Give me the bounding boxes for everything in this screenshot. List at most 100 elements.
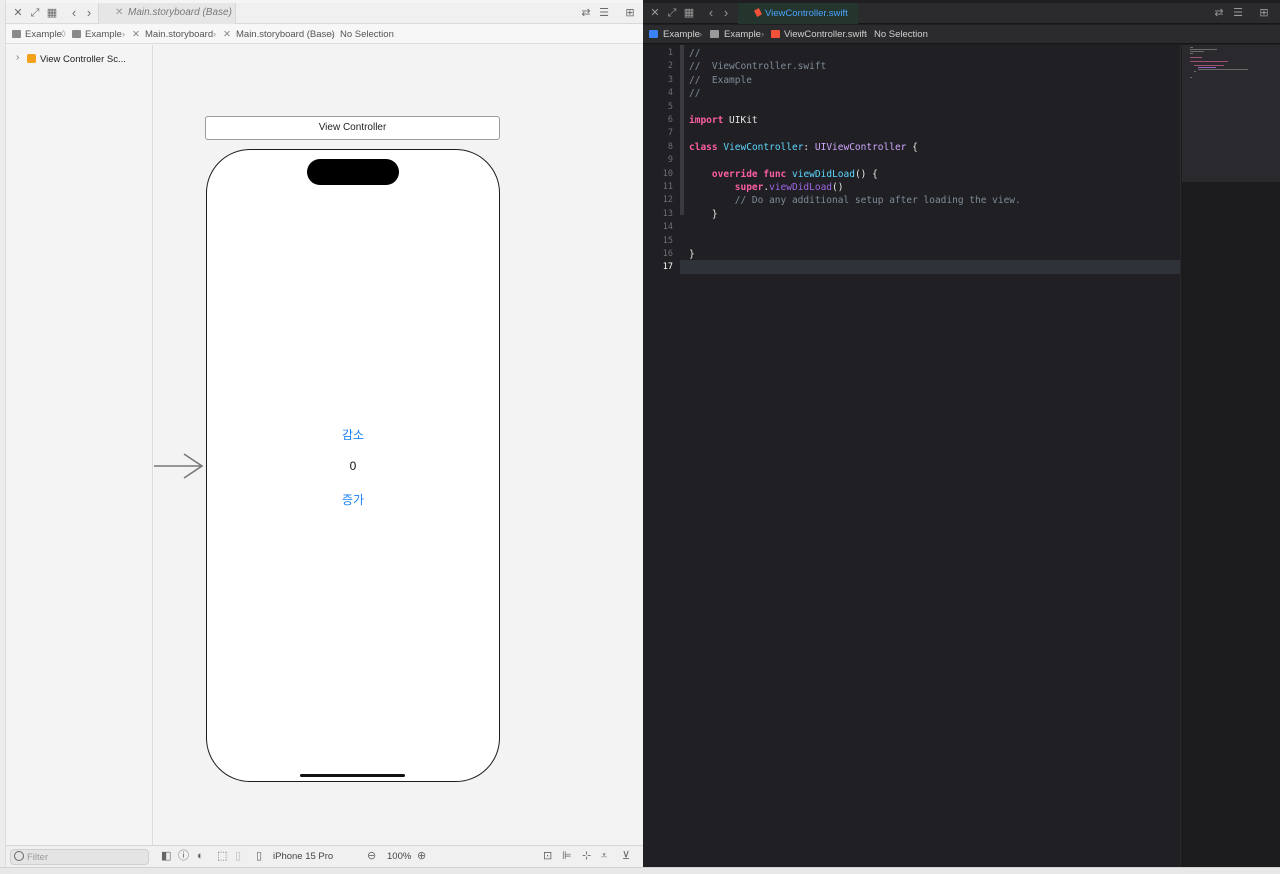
tab-label: Main.storyboard (Base) bbox=[128, 7, 232, 18]
storyboard-file-icon: ✕ bbox=[115, 7, 124, 18]
add-constraints-icon[interactable]: ⊹ bbox=[582, 850, 591, 863]
zoom-level[interactable]: 100% bbox=[387, 851, 411, 862]
source-editor[interactable]: 1 2 3 4 5 6 7 8 9 10 11 12 13 14 15 16 1… bbox=[643, 45, 1180, 867]
line-number: 13 bbox=[662, 208, 673, 219]
project-icon bbox=[12, 30, 21, 38]
dynamic-island bbox=[307, 159, 399, 185]
line-number: 2 bbox=[667, 61, 673, 72]
change-bar bbox=[680, 45, 684, 215]
minimap[interactable] bbox=[1180, 45, 1280, 867]
minimap-line bbox=[1190, 47, 1193, 48]
minimap-line bbox=[1190, 51, 1204, 52]
disclosure-chevron-icon[interactable]: › bbox=[16, 52, 19, 63]
folder-icon bbox=[710, 30, 719, 38]
filter-icon bbox=[14, 851, 24, 861]
breadcrumb-item[interactable]: Example bbox=[85, 29, 122, 40]
add-editor-icon[interactable]: ⊞ bbox=[1257, 6, 1271, 20]
chevron-icon: › bbox=[122, 29, 126, 40]
swift-file-icon bbox=[771, 30, 780, 38]
count-label[interactable]: 0 bbox=[207, 459, 499, 473]
swift-file-icon bbox=[754, 8, 762, 17]
tab-main-storyboard[interactable]: ✕ Main.storyboard (Base) bbox=[98, 3, 236, 24]
embed-in-icon[interactable]: ⊻ bbox=[622, 850, 630, 863]
close-icon[interactable]: ✕ bbox=[648, 6, 662, 20]
grid-icon[interactable]: ▦ bbox=[45, 6, 59, 20]
appearance-icon[interactable]: ◐ bbox=[197, 850, 204, 863]
resolve-issues-icon[interactable]: ⩡ bbox=[601, 850, 607, 863]
filter-placeholder: Filter bbox=[27, 852, 49, 863]
swap-icon[interactable]: ⇄ bbox=[1212, 6, 1226, 20]
iphone-frame[interactable]: 감소 0 증가 bbox=[206, 149, 500, 782]
line-number: 10 bbox=[662, 168, 673, 179]
accessibility-icon[interactable]: ⓘ bbox=[178, 850, 189, 863]
line-number: 14 bbox=[662, 222, 673, 233]
forward-icon[interactable]: › bbox=[82, 6, 96, 20]
line-number: 6 bbox=[667, 115, 673, 125]
line-number: 15 bbox=[662, 235, 673, 246]
swap-icon[interactable]: ⇄ bbox=[579, 6, 593, 20]
zoom-out-icon[interactable]: ⊖ bbox=[367, 850, 376, 863]
line-number: 7 bbox=[667, 128, 673, 139]
editor-options-icon[interactable]: ☰ bbox=[1231, 6, 1245, 20]
device-icon[interactable]: ▯ bbox=[256, 850, 262, 863]
decrease-button[interactable]: 감소 bbox=[207, 426, 499, 443]
left-tab-bar: ✕ ⤢ ▦ ‹ › ✕ Main.storyboard (Base) ⇄ ☰ ⊞ bbox=[6, 3, 643, 24]
line-number: 3 bbox=[667, 74, 673, 85]
line-number: 12 bbox=[662, 195, 673, 206]
document-outline: › View Controller Sc... bbox=[6, 45, 153, 845]
outline-item[interactable]: View Controller Sc... bbox=[40, 54, 126, 65]
expand-icon[interactable]: ⤢ bbox=[665, 6, 679, 20]
line-number: 5 bbox=[667, 101, 673, 112]
forward-icon[interactable]: › bbox=[719, 6, 733, 20]
view-controller-icon bbox=[27, 54, 36, 63]
breadcrumb-item[interactable]: Main.storyboard bbox=[145, 29, 213, 40]
breadcrumb-item[interactable]: Example bbox=[25, 29, 62, 40]
chevron-icon: › bbox=[330, 29, 334, 40]
line-number: 11 bbox=[662, 182, 673, 192]
storyboard-icon: ✕ bbox=[223, 29, 231, 40]
orientation-icon[interactable]: ⬚ bbox=[217, 850, 227, 863]
line-number: 1 bbox=[667, 48, 673, 58]
minimap-line bbox=[1190, 53, 1193, 54]
add-editor-icon[interactable]: ⊞ bbox=[623, 6, 637, 20]
breadcrumb-item[interactable]: ViewController.swift bbox=[784, 29, 867, 40]
current-line-highlight bbox=[643, 260, 1180, 274]
align-icon[interactable]: ⊫ bbox=[562, 850, 572, 863]
back-icon[interactable]: ‹ bbox=[67, 6, 81, 20]
tab-view-controller-swift[interactable]: ViewController.swift bbox=[738, 3, 858, 24]
minimap-line bbox=[1190, 57, 1202, 58]
breadcrumb-item[interactable]: No Selection bbox=[340, 29, 394, 40]
back-icon[interactable]: ‹ bbox=[704, 6, 718, 20]
source-code[interactable]: // // ViewController.swift // Example //… bbox=[689, 47, 1021, 262]
storyboard-canvas[interactable]: View Controller 감소 0 증가 bbox=[154, 45, 643, 845]
folder-icon bbox=[72, 30, 81, 38]
minimap-line bbox=[1194, 71, 1196, 72]
scene-title-bar[interactable]: View Controller bbox=[205, 116, 500, 140]
breadcrumb-item[interactable]: Example bbox=[663, 29, 700, 40]
close-icon[interactable]: ✕ bbox=[11, 6, 25, 20]
grid-icon[interactable]: ▦ bbox=[682, 6, 696, 20]
line-number-current: 17 bbox=[662, 262, 673, 273]
line-number: 9 bbox=[667, 155, 673, 166]
breadcrumb-item[interactable]: No Selection bbox=[874, 29, 928, 40]
chevron-icon: › bbox=[761, 29, 765, 40]
editor-options-icon[interactable]: ☰ bbox=[597, 6, 611, 20]
increase-button[interactable]: 증가 bbox=[207, 491, 499, 508]
minimap-line bbox=[1190, 61, 1228, 62]
breadcrumb-item[interactable]: Example bbox=[724, 29, 761, 40]
size-class-icon[interactable]: ▯ bbox=[235, 850, 241, 863]
chevron-icon: › bbox=[699, 29, 703, 40]
update-frames-icon[interactable]: ⊡ bbox=[543, 850, 552, 863]
entry-point-arrow-icon[interactable] bbox=[154, 452, 206, 480]
device-selector[interactable]: iPhone 15 Pro bbox=[273, 851, 333, 862]
zoom-in-icon[interactable]: ⊕ bbox=[417, 850, 426, 863]
breadcrumb-item[interactable]: Main.storyboard (Base) bbox=[236, 29, 335, 40]
expand-icon[interactable]: ⤢ bbox=[28, 6, 42, 20]
minimap-line bbox=[1198, 69, 1248, 70]
canvas-footer: Filter ◧ ⓘ ◐ ⬚ ▯ ▯ iPhone 15 Pro ⊖ 100% … bbox=[6, 845, 643, 867]
outline-toggle-icon[interactable]: ◧ bbox=[161, 850, 171, 863]
filter-field[interactable]: Filter bbox=[10, 849, 149, 865]
minimap-line bbox=[1194, 65, 1224, 66]
line-number: 8 bbox=[667, 141, 673, 152]
line-number: 16 bbox=[662, 249, 673, 259]
